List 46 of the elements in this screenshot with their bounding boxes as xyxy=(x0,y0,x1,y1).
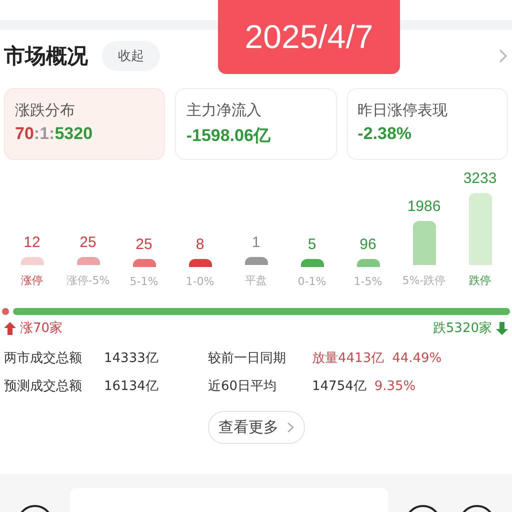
category-label: 涨停 xyxy=(21,273,43,288)
fall-count: 跌5320家 xyxy=(432,320,492,337)
chevron-right-icon xyxy=(286,422,294,433)
stat-card[interactable]: 涨跌分布 70:1:5320 xyxy=(4,88,166,160)
count-label: 1 xyxy=(252,234,260,251)
count-label: 25 xyxy=(80,234,96,251)
card-value: -1598.06亿 xyxy=(186,125,272,147)
category-label: 平盘 xyxy=(245,273,267,288)
count-label: 12 xyxy=(24,234,40,251)
category-label: 0-1% xyxy=(298,275,326,288)
count-label: 1986 xyxy=(407,198,441,215)
category-label: 跌停 xyxy=(469,273,491,288)
section-title: 市场概况 xyxy=(4,43,88,70)
collapse-button[interactable]: 收起 xyxy=(102,41,160,71)
category-label: 5-1% xyxy=(130,275,158,288)
down-arrow-icon xyxy=(496,322,508,334)
count-label: 5 xyxy=(308,236,316,253)
card-value: -2.38% xyxy=(358,124,413,144)
stat-label: 两市成交总额 xyxy=(4,350,83,367)
count-label: 3233 xyxy=(463,170,497,187)
card-title: 主力净流入 xyxy=(186,101,262,120)
stat-value: 16134亿 xyxy=(104,378,160,395)
count-label: 96 xyxy=(360,236,376,253)
stat-label: 预测成交总额 xyxy=(4,378,83,395)
stat-value: 放量4413亿 xyxy=(312,350,384,367)
view-more-button[interactable]: 查看更多 xyxy=(208,411,304,444)
stat-label: 较前一日同期 xyxy=(208,350,287,367)
category-label: 涨停-5% xyxy=(66,273,110,288)
category-label: 5%-跌停 xyxy=(402,273,446,288)
stat-value: 44.49% xyxy=(392,350,442,366)
card-title: 昨日涨停表现 xyxy=(358,101,449,120)
stat-value: 14754亿 xyxy=(312,378,366,395)
category-label: 1-0% xyxy=(186,275,214,288)
card-title: 涨跌分布 xyxy=(15,101,76,120)
count-label: 8 xyxy=(196,236,204,253)
stat-value: 9.35% xyxy=(374,378,416,394)
date-badge: 2025/4/7 xyxy=(218,0,400,74)
rise-count: 涨70家 xyxy=(20,320,63,337)
category-label: 1-5% xyxy=(354,275,382,288)
stat-card[interactable]: 昨日涨停表现 -2.38% xyxy=(346,88,508,160)
up-arrow-icon xyxy=(4,322,16,334)
stat-value: 14333亿 xyxy=(104,350,160,367)
count-label: 25 xyxy=(136,236,152,253)
stat-card[interactable]: 主力净流入 -1598.06亿 xyxy=(175,88,337,160)
stat-label: 近60日平均 xyxy=(208,378,278,395)
card-value: 70:1:5320 xyxy=(15,124,94,144)
